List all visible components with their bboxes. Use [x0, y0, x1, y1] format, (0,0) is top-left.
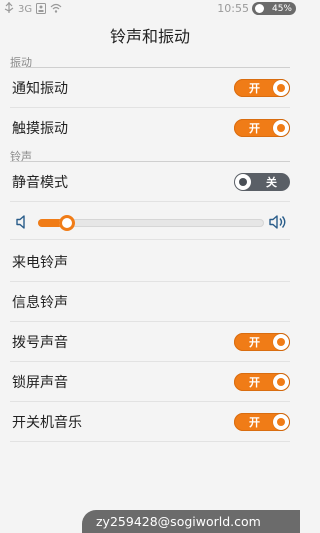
toggle-state-label: 关 [266, 175, 277, 189]
row-label: 拨号声音 [12, 334, 68, 351]
battery-percent: 45% [271, 3, 292, 14]
row-label: 锁屏声音 [12, 374, 68, 391]
toggle-knob [273, 120, 289, 136]
row-silent-mode[interactable]: 静音模式 关 [10, 162, 290, 202]
toggle-state-label: 开 [249, 335, 260, 349]
power-music-toggle[interactable]: 开 [234, 412, 290, 431]
toggle-knob [235, 173, 251, 190]
page-title: 铃声和振动 [109, 27, 190, 46]
silent-mode-toggle[interactable]: 关 [234, 172, 290, 191]
status-bar: 3G 10:55 45% [0, 0, 300, 18]
watermark: zy259428@sogiworld.com [82, 510, 300, 533]
clock: 10:55 [217, 2, 249, 15]
row-label: 静音模式 [12, 174, 68, 191]
toggle-state-label: 开 [249, 375, 260, 389]
row-dial-sound[interactable]: 拨号声音 开 [10, 322, 290, 362]
toggle-knob [273, 413, 289, 430]
row-touch-vibration[interactable]: 触摸振动 开 [10, 108, 290, 148]
battery-indicator: 45% [252, 2, 296, 15]
toggle-knob [273, 373, 289, 390]
row-incoming-ringtone[interactable]: 来电铃声 [10, 242, 290, 282]
row-lock-screen-sound[interactable]: 锁屏声音 开 [10, 362, 290, 402]
row-label: 信息铃声 [12, 294, 68, 311]
usb-icon [4, 2, 14, 17]
section-header-ringtone: 铃声 [10, 148, 290, 163]
row-label: 来电铃声 [12, 254, 68, 271]
volume-row [10, 204, 290, 240]
row-notification-vibration[interactable]: 通知振动 开 [10, 68, 290, 108]
volume-slider-thumb[interactable] [59, 215, 75, 231]
section-header-vibration: 振动 [10, 54, 290, 69]
volume-high-icon[interactable] [268, 213, 286, 231]
touch-vibration-toggle[interactable]: 开 [234, 119, 290, 137]
row-label: 通知振动 [12, 80, 68, 97]
lock-screen-sound-toggle[interactable]: 开 [234, 372, 290, 391]
volume-slider[interactable] [38, 215, 264, 231]
toggle-state-label: 开 [249, 122, 260, 135]
battery-icon [255, 4, 264, 13]
wifi-icon [50, 3, 62, 16]
row-label: 开关机音乐 [12, 414, 82, 431]
row-power-music[interactable]: 开关机音乐 开 [10, 402, 290, 442]
row-label: 触摸振动 [12, 121, 68, 137]
dial-sound-toggle[interactable]: 开 [234, 332, 290, 351]
row-message-ringtone[interactable]: 信息铃声 [10, 282, 290, 322]
volume-low-icon[interactable] [14, 213, 32, 231]
toggle-state-label: 开 [249, 81, 260, 95]
toggle-knob [273, 333, 289, 350]
toggle-knob [273, 79, 289, 96]
network-type: 3G [18, 4, 33, 15]
notification-vibration-toggle[interactable]: 开 [234, 78, 290, 97]
notification-icon [36, 2, 47, 17]
toggle-state-label: 开 [249, 415, 260, 429]
